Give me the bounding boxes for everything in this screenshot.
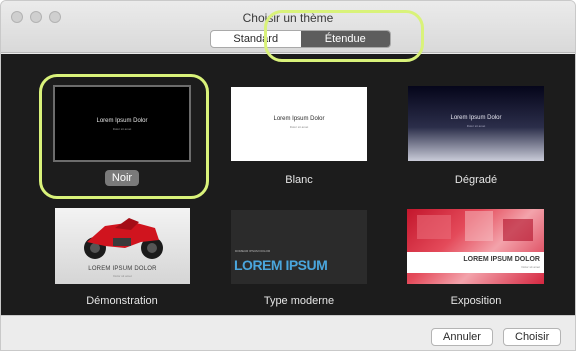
thumb-title: Lorem Ipsum Dolor [450,115,502,121]
thumb-subtitle: Dolor sit amet [112,127,132,131]
thumb-caption-bar: LOREM IPSUM DOLOR Dolor sit amet [407,252,544,273]
theme-label-exposition: Exposition [450,295,502,307]
cancel-button[interactable]: Annuler [431,328,493,346]
tab-standard[interactable]: Standard [211,31,301,47]
theme-thumbnail-exposition[interactable]: LOREM IPSUM DOLOR Dolor sit amet [407,209,544,284]
theme-label-blanc: Blanc [285,174,313,186]
thumb-subtitle: DOMEUR IPSUM DOLOR [235,249,271,253]
window-title: Choisir un thème [242,11,334,25]
thumb-subtitle: Dolor sit amet [113,274,132,278]
tab-etendue[interactable]: Étendue [300,31,390,47]
choose-button[interactable]: Choisir [503,328,562,346]
theme-thumbnail-type-moderne[interactable]: DOMEUR IPSUM DOLOR LOREM IPSUM [231,210,367,284]
footer-bar: Annuler Choisir [1,315,575,350]
motorcycle-image [84,218,163,259]
theme-category-segmented-control: Standard Étendue [210,30,391,48]
theme-label-type-moderne: Type moderne [263,295,335,307]
thumb-title: LOREM IPSUM [234,257,328,273]
thumb-title: LOREM IPSUM DOLOR [88,266,157,272]
thumb-title: LOREM IPSUM DOLOR [463,256,540,263]
thumb-subtitle: Dolor sit amet [289,125,309,129]
theme-label-noir: Noir [42,170,202,186]
thumb-title: Lorem Ipsum Dolor [273,116,325,122]
theme-label-degrade: Dégradé [454,174,498,186]
theme-gallery: Lorem Ipsum Dolor Dolor sit amet Noir Lo… [1,54,575,315]
theme-thumbnail-degrade[interactable]: Lorem Ipsum Dolor Dolor sit amet [408,86,544,161]
thumb-title: Lorem Ipsum Dolor [96,118,148,124]
thumb-subtitle: Dolor sit amet [466,124,486,128]
theme-thumbnail-noir[interactable]: Lorem Ipsum Dolor Dolor sit amet [53,85,191,162]
theme-label-demonstration: Démonstration [86,295,158,307]
theme-chooser-window: Choisir un thème Standard Étendue Lorem … [0,0,576,351]
thumb-subtitle: Dolor sit amet [521,265,540,269]
title-bar[interactable]: Choisir un thème Standard Étendue [1,1,575,53]
theme-thumbnail-blanc[interactable]: Lorem Ipsum Dolor Dolor sit amet [231,87,367,161]
theme-thumbnail-demonstration[interactable]: LOREM IPSUM DOLOR Dolor sit amet [55,208,190,284]
